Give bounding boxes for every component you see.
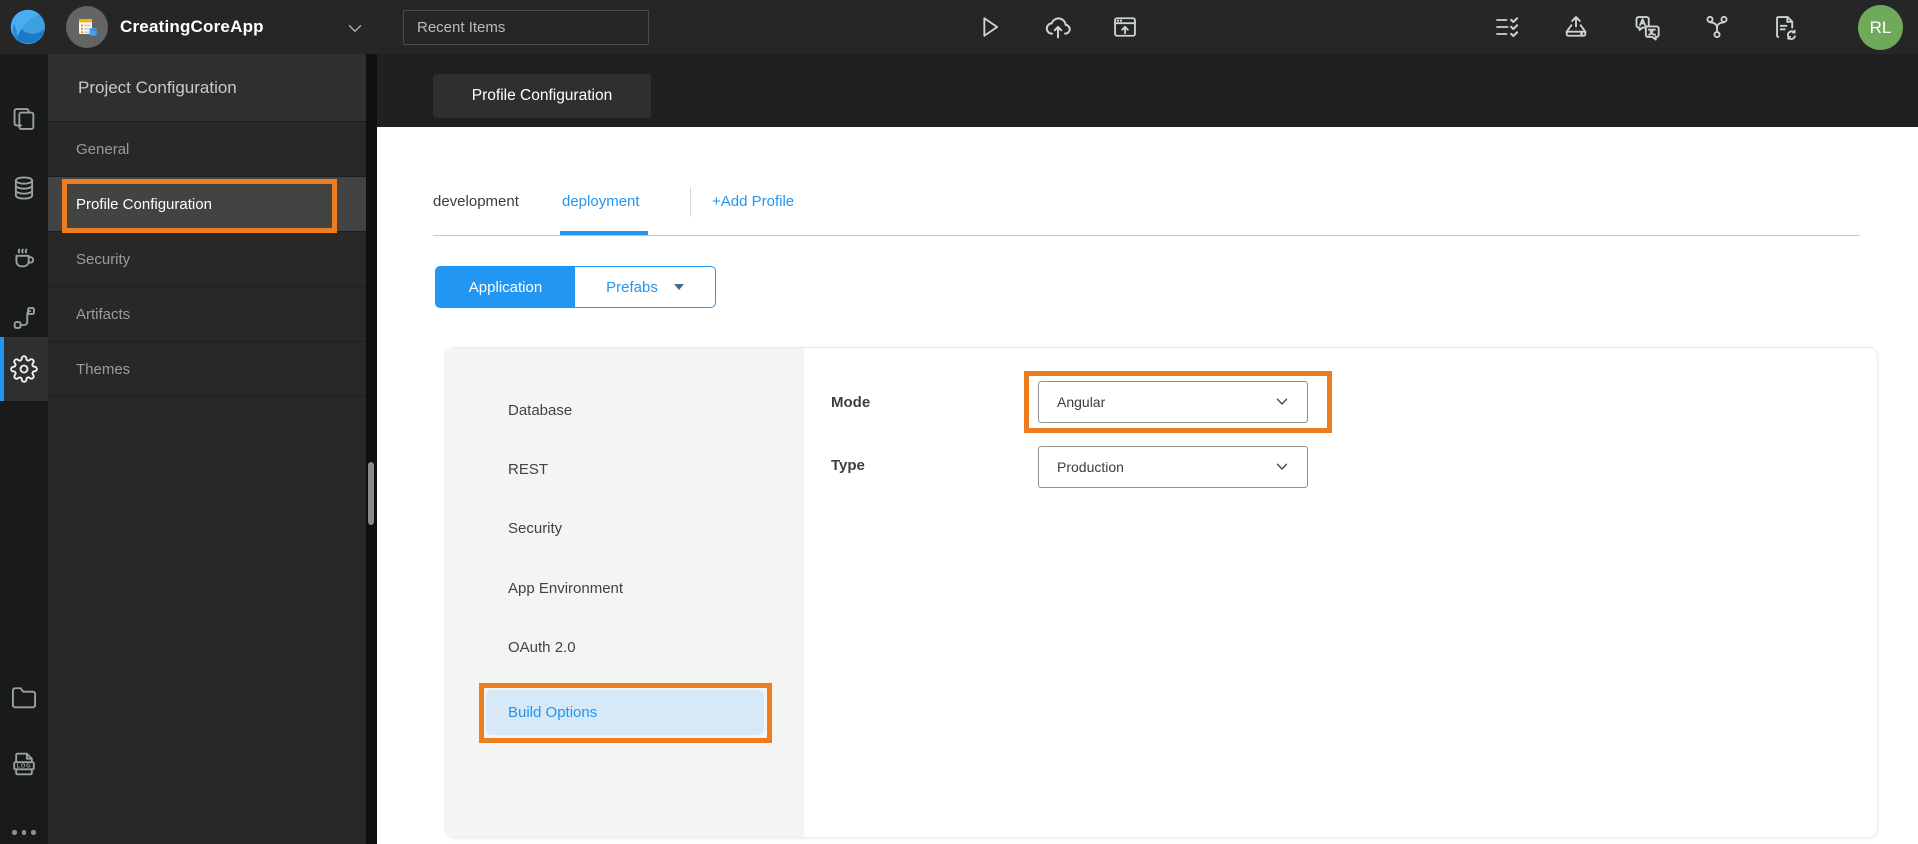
svg-text:LOG: LOG bbox=[17, 764, 32, 770]
nav-item-build-options[interactable]: Build Options bbox=[486, 690, 764, 735]
tab-development[interactable]: development bbox=[433, 182, 519, 222]
mode-select[interactable]: Angular bbox=[1038, 381, 1308, 423]
main-area: Profile Configuration development deploy… bbox=[377, 54, 1918, 844]
panel-scrollbar-thumb[interactable] bbox=[368, 462, 374, 525]
top-bar: CreatingCoreApp Recent Items RL bbox=[0, 0, 1918, 54]
nav-item-oauth[interactable]: OAuth 2.0 bbox=[486, 625, 764, 670]
profile-configuration-content: development deployment +Add Profile Appl… bbox=[377, 127, 1918, 844]
log-file-icon[interactable]: LOG bbox=[10, 750, 38, 778]
localization-translate-icon[interactable] bbox=[1633, 13, 1661, 41]
mode-label: Mode bbox=[831, 394, 871, 411]
project-menu-chevron-down-icon[interactable] bbox=[344, 17, 366, 39]
workspace-tab-strip: Profile Configuration bbox=[377, 54, 1918, 127]
user-avatar[interactable]: RL bbox=[1858, 5, 1903, 50]
database-icon[interactable] bbox=[10, 174, 38, 202]
document-sync-icon[interactable] bbox=[1771, 13, 1799, 41]
mode-select-value: Angular bbox=[1057, 394, 1106, 410]
run-preview-icon[interactable] bbox=[975, 13, 1003, 41]
project-name[interactable]: CreatingCoreApp bbox=[120, 0, 264, 54]
settings-nav-panel: Database REST Security App Environment O… bbox=[446, 348, 804, 837]
left-icon-rail: LOG bbox=[0, 54, 48, 844]
build-options-card: Database REST Security App Environment O… bbox=[445, 347, 1878, 838]
chevron-down-icon bbox=[1276, 463, 1288, 470]
wavemaker-logo-icon[interactable] bbox=[8, 7, 48, 47]
app-window: CreatingCoreApp Recent Items RL LOG Proj… bbox=[0, 0, 1918, 844]
scope-toggle: Application Prefabs bbox=[435, 266, 716, 308]
project-avatar-icon[interactable] bbox=[66, 6, 108, 48]
cloud-deploy-icon[interactable] bbox=[1043, 13, 1071, 41]
sidebar-item-profile-configuration[interactable]: Profile Configuration bbox=[48, 177, 366, 233]
recent-items-input[interactable] bbox=[403, 10, 649, 45]
nav-item-database[interactable]: Database bbox=[486, 388, 764, 433]
prefabs-caret-down-icon bbox=[673, 284, 684, 290]
chevron-down-icon bbox=[1276, 398, 1288, 405]
nav-item-security[interactable]: Security bbox=[486, 506, 764, 551]
more-options-dots-icon[interactable] bbox=[12, 830, 36, 838]
type-select[interactable]: Production bbox=[1038, 446, 1308, 488]
version-control-share-icon[interactable] bbox=[1703, 13, 1731, 41]
type-select-value: Production bbox=[1057, 459, 1124, 475]
tab-divider bbox=[690, 187, 691, 217]
tabs-rule bbox=[433, 235, 1860, 236]
nav-item-app-environment[interactable]: App Environment bbox=[486, 566, 764, 611]
profile-tabs: development deployment +Add Profile bbox=[377, 182, 1918, 235]
tab-profile-configuration[interactable]: Profile Configuration bbox=[433, 74, 651, 118]
panel-scrollbar-track[interactable] bbox=[366, 54, 377, 844]
file-explorer-folder-icon[interactable] bbox=[10, 683, 38, 711]
settings-gear-icon[interactable] bbox=[10, 355, 38, 383]
pages-icon[interactable] bbox=[10, 105, 38, 133]
tab-deployment[interactable]: deployment bbox=[562, 182, 640, 222]
sidebar-item-general[interactable]: General bbox=[48, 122, 366, 177]
add-profile-button[interactable]: +Add Profile bbox=[712, 182, 794, 222]
nav-item-rest[interactable]: REST bbox=[486, 447, 764, 492]
active-rail-indicator bbox=[0, 337, 4, 401]
java-services-icon[interactable] bbox=[10, 243, 38, 271]
panel-title: Project Configuration bbox=[48, 54, 366, 122]
sidebar-item-security[interactable]: Security bbox=[48, 232, 366, 287]
publish-window-icon[interactable] bbox=[1111, 13, 1139, 41]
task-checklist-icon[interactable] bbox=[1493, 13, 1521, 41]
prefabs-toggle-button[interactable]: Prefabs bbox=[575, 267, 715, 307]
type-label: Type bbox=[831, 457, 865, 474]
sidebar-item-themes[interactable]: Themes bbox=[48, 342, 366, 397]
application-toggle-button[interactable]: Application bbox=[436, 267, 575, 307]
project-configuration-panel: Project Configuration General Profile Co… bbox=[48, 54, 366, 844]
api-connector-icon[interactable] bbox=[10, 304, 38, 332]
sidebar-item-artifacts[interactable]: Artifacts bbox=[48, 287, 366, 342]
export-project-icon[interactable] bbox=[1562, 13, 1590, 41]
